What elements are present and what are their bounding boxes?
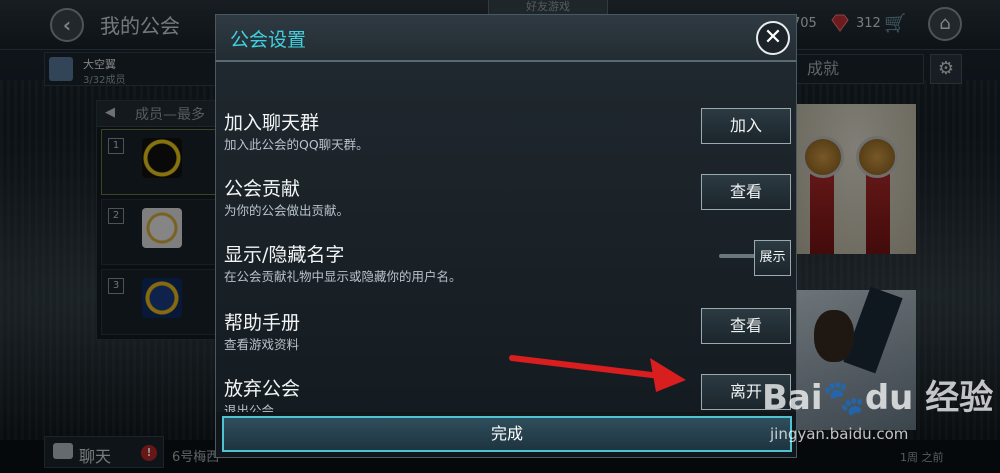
setting-title: 公会贡献 — [224, 178, 301, 200]
close-icon: ✕ — [763, 25, 783, 50]
view-contribution-button[interactable]: 查看 — [701, 174, 791, 210]
dialog-footer: 完成 — [215, 412, 797, 458]
setting-description: 为你的公会做出贡献。 — [224, 203, 350, 218]
setting-description: 在公会贡献礼物中显示或隐藏你的用户名。 — [224, 269, 462, 284]
view-help-button[interactable]: 查看 — [701, 308, 791, 344]
close-button[interactable]: ✕ — [756, 21, 790, 55]
setting-row-join-chat: 加入聊天群 加入此公会的QQ聊天群。 加入 — [216, 108, 798, 174]
setting-description: 加入此公会的QQ聊天群。 — [224, 137, 369, 152]
annotation-arrow-icon — [509, 355, 686, 392]
setting-row-show-hide-name: 显示/隐藏名字 在公会贡献礼物中显示或隐藏你的用户名。 展示 — [216, 240, 798, 306]
setting-title: 放弃公会 — [224, 378, 301, 400]
join-button[interactable]: 加入 — [701, 108, 791, 144]
toggle-track[interactable] — [719, 254, 757, 258]
done-button[interactable]: 完成 — [222, 416, 792, 452]
show-name-toggle[interactable]: 展示 — [754, 240, 791, 276]
setting-title: 加入聊天群 — [224, 112, 320, 134]
setting-description: 查看游戏资料 — [224, 337, 300, 352]
dialog-header: 公会设置 ✕ — [215, 14, 797, 62]
setting-title: 帮助手册 — [224, 312, 301, 334]
watermark-logo: Bai🐾du 经验 — [762, 370, 993, 419]
baidu-logo-icon: Bai🐾du 经验 — [762, 378, 994, 418]
dialog-title: 公会设置 — [230, 29, 307, 51]
setting-row-contribution: 公会贡献 为你的公会做出贡献。 查看 — [216, 174, 798, 240]
setting-title: 显示/隐藏名字 — [224, 244, 345, 266]
watermark-url: jingyan.baidu.com — [770, 425, 909, 443]
